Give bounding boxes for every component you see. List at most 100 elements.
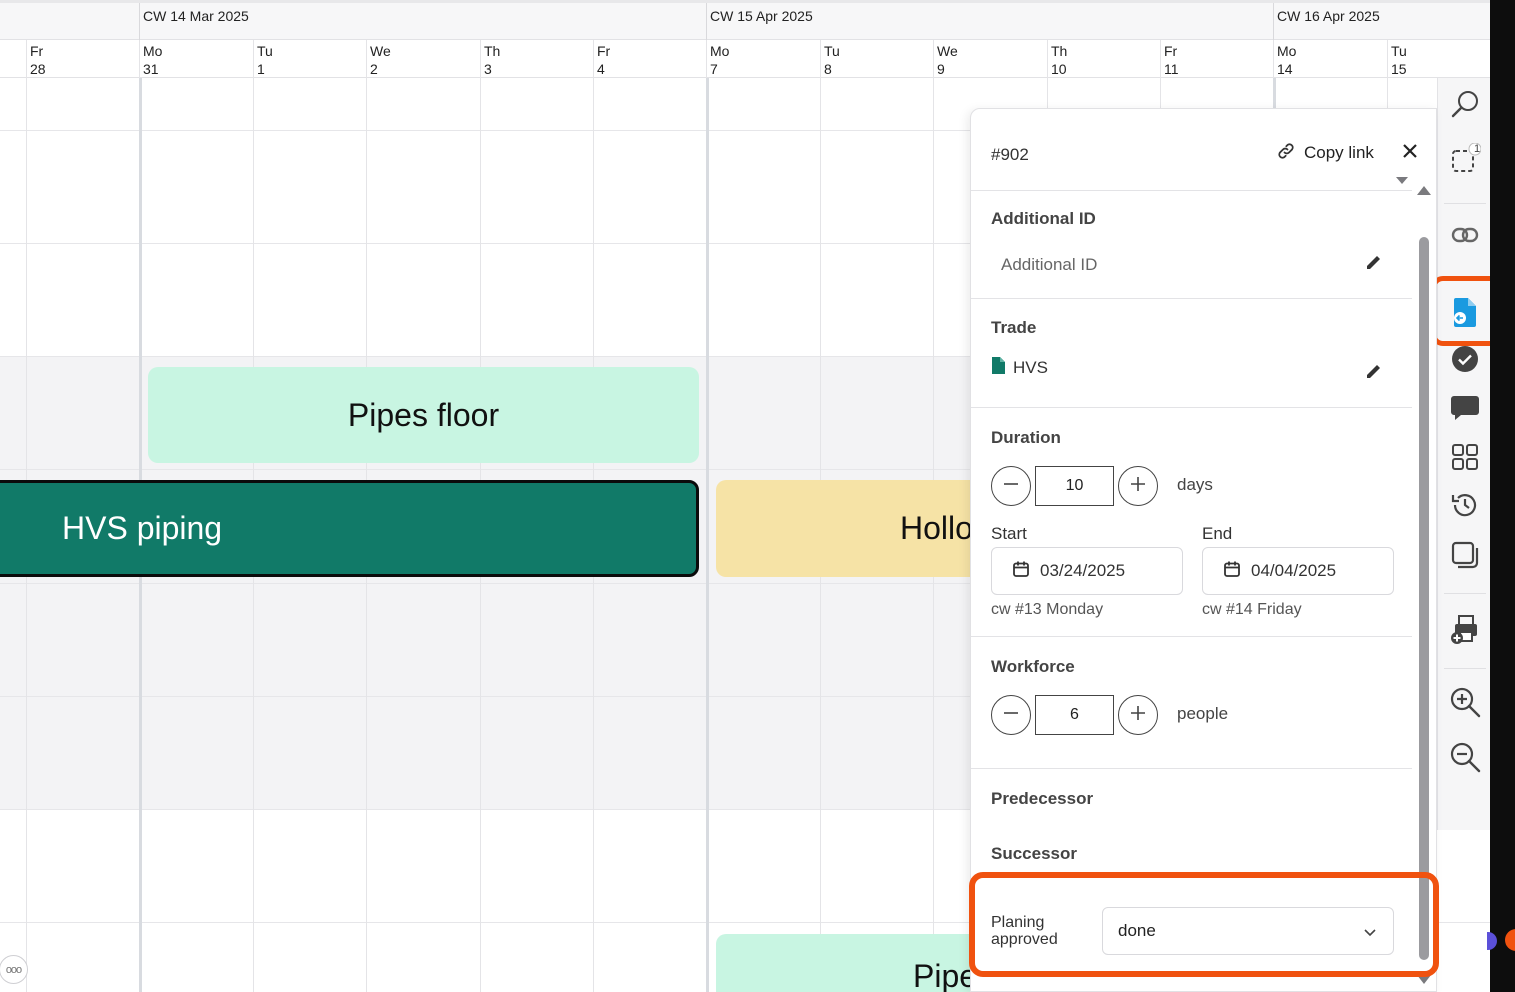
duration-decrement-button[interactable] — [991, 466, 1031, 506]
start-date-value: 03/24/2025 — [1040, 561, 1126, 580]
day-cell: Th 10 — [1047, 40, 1160, 78]
duration-unit: days — [1177, 475, 1213, 494]
link-button[interactable] — [1448, 220, 1482, 254]
grid-view-button[interactable] — [1448, 442, 1482, 476]
pencil-icon — [1365, 253, 1383, 276]
end-date-field[interactable]: 04/04/2025 — [1202, 547, 1394, 595]
divider — [971, 768, 1412, 769]
duration-increment-button[interactable] — [1118, 466, 1158, 506]
end-date-value: 04/04/2025 — [1251, 561, 1337, 580]
day-number: 11 — [1164, 61, 1179, 77]
day-of-week: Mo — [1277, 43, 1297, 59]
link-icon — [1451, 225, 1479, 250]
history-button[interactable] — [1448, 490, 1482, 524]
end-week-hint: cw #14 Friday — [1202, 601, 1302, 618]
day-cell: Mo 14 — [1273, 40, 1387, 78]
close-button[interactable] — [1398, 141, 1422, 165]
successor-title[interactable]: Successor — [991, 844, 1077, 864]
task-hollow[interactable]: Hollo — [716, 480, 986, 577]
print-add-icon — [1449, 613, 1481, 650]
day-of-week: Tu — [1391, 43, 1407, 59]
link-icon — [1276, 141, 1296, 166]
divider — [971, 298, 1412, 299]
day-number: 9 — [937, 61, 945, 77]
day-cell: Mo 7 — [706, 40, 820, 78]
day-number: 10 — [1051, 61, 1067, 77]
add-print-button[interactable] — [1448, 614, 1482, 648]
copy-link-label: Copy link — [1304, 143, 1374, 162]
search-icon — [1449, 88, 1481, 125]
minus-icon — [1001, 474, 1021, 499]
task-hvs-piping[interactable]: HVS piping — [0, 480, 699, 577]
scrollbar[interactable] — [1419, 237, 1429, 960]
trade-label: HVS — [1013, 358, 1048, 377]
task-pipes-floor[interactable]: Pipes floor — [148, 367, 699, 463]
copy-link-button[interactable]: Copy link — [1276, 141, 1374, 165]
duration-value: 10 — [1065, 477, 1084, 494]
zoom-in-icon — [1448, 685, 1482, 724]
window-edge — [1490, 0, 1515, 992]
day-number: 31 — [143, 61, 159, 77]
selection-badge: 1 — [1474, 143, 1481, 155]
day-of-week: Fr — [30, 43, 44, 59]
more-button[interactable]: ooo — [0, 955, 28, 984]
workforce-increment-button[interactable] — [1118, 695, 1158, 735]
day-header: Fr 28 Mo 31 Tu 1 We 2 Th 3 Fr 4 Mo 7 Tu 8 We 9 Th… — [0, 40, 1490, 78]
day-cell: Mo 31 — [139, 40, 253, 78]
start-date-field[interactable]: 03/24/2025 — [991, 547, 1183, 595]
approve-button[interactable] — [1448, 344, 1482, 378]
scroll-up-arrow[interactable] — [1417, 186, 1431, 195]
plus-icon — [1128, 703, 1148, 728]
predecessor-title[interactable]: Predecessor — [991, 789, 1093, 809]
day-number: 1 — [257, 61, 265, 77]
day-cell: We 2 — [366, 40, 480, 78]
edit-trade-button[interactable] — [1363, 362, 1385, 384]
day-number: 14 — [1277, 61, 1293, 77]
additional-id-field[interactable]: Additional ID — [1001, 255, 1097, 275]
duration-title: Duration — [991, 428, 1061, 447]
day-cell: Tu 8 — [820, 40, 933, 78]
calendar-icon — [1012, 560, 1030, 583]
day-of-week: Fr — [597, 43, 611, 59]
week-label: CW 14 Mar 2025 — [143, 8, 249, 24]
check-circle-icon — [1451, 345, 1479, 378]
workforce-decrement-button[interactable] — [991, 695, 1031, 735]
day-cell: Fr 28 — [26, 40, 139, 78]
toolbar-divider — [1444, 203, 1486, 204]
selection-button[interactable]: 1 — [1448, 142, 1482, 178]
workforce-unit: people — [1177, 704, 1229, 723]
toolbar-divider — [1444, 593, 1486, 594]
edit-additional-id-button[interactable] — [1363, 253, 1385, 275]
additional-id-title: Additional ID — [991, 209, 1096, 228]
week-label: CW 15 Apr 2025 — [710, 8, 813, 24]
day-number: 8 — [824, 61, 832, 77]
duration-input[interactable]: 10 — [1035, 466, 1114, 506]
layers-icon — [1450, 540, 1480, 575]
toolbar-divider — [1444, 668, 1486, 669]
week-header: CW 14 Mar 2025 CW 15 Apr 2025 CW 16 Apr … — [0, 0, 1490, 43]
day-of-week: Tu — [824, 43, 840, 59]
task-label: HVS piping — [62, 510, 223, 546]
zoom-out-button[interactable] — [1448, 742, 1482, 776]
divider — [971, 190, 1412, 191]
layers-button[interactable] — [1448, 540, 1482, 574]
divider — [971, 636, 1412, 637]
day-number: 28 — [30, 61, 46, 77]
week-divider — [139, 3, 140, 43]
task-label: Hollo — [900, 510, 973, 546]
minus-icon — [1001, 703, 1021, 728]
day-number: 15 — [1391, 61, 1407, 77]
workforce-value: 6 — [1070, 706, 1079, 723]
comment-icon — [1450, 394, 1480, 427]
search-button[interactable] — [1448, 89, 1482, 123]
zoom-in-button[interactable] — [1448, 687, 1482, 721]
calendar-icon — [1223, 560, 1241, 583]
day-number: 2 — [370, 61, 378, 77]
day-number: 4 — [597, 61, 605, 77]
grid-icon — [1451, 443, 1479, 476]
collapse-arrow-icon[interactable] — [1396, 177, 1408, 184]
workforce-input[interactable]: 6 — [1035, 695, 1114, 735]
pencil-icon — [1365, 362, 1383, 385]
comments-button[interactable] — [1448, 393, 1482, 427]
start-label: Start — [991, 524, 1027, 543]
